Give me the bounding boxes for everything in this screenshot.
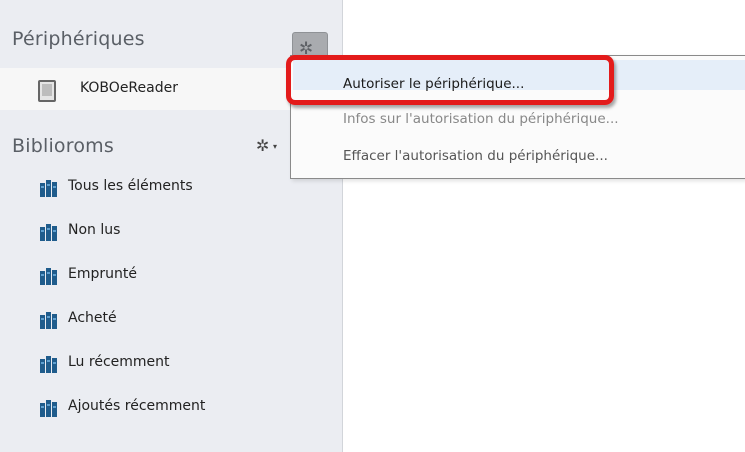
device-label[interactable]: KOBOeReader — [80, 80, 178, 96]
sidebar-item-label: Acheté — [68, 310, 117, 326]
books-icon — [40, 180, 57, 197]
sidebar-item-borrowed[interactable]: Emprunté — [30, 264, 290, 290]
sidebar-item-purchased[interactable]: Acheté — [30, 308, 290, 334]
sidebar-item-label: Tous les éléments — [68, 178, 193, 194]
menu-item-clear-authorization[interactable]: Effacer l'autorisation du périphérique..… — [343, 148, 608, 164]
sidebar-item-unread[interactable]: Non lus — [30, 220, 290, 246]
books-icon — [40, 224, 57, 241]
books-icon — [40, 268, 57, 285]
devices-header: Périphériques — [12, 28, 145, 50]
ereader-icon — [38, 80, 56, 102]
gear-icon[interactable]: ✲ — [256, 136, 269, 155]
sidebar-item-recently-read[interactable]: Lu récemment — [30, 352, 290, 378]
highlight-annotation — [286, 55, 614, 105]
books-icon — [40, 356, 57, 373]
bookshelves-header: Biblioroms — [12, 135, 114, 157]
books-icon — [40, 312, 57, 329]
sidebar-item-recently-added[interactable]: Ajoutés récemment — [30, 396, 290, 422]
books-icon — [40, 400, 57, 417]
chevron-down-icon[interactable]: ▾ — [273, 142, 277, 151]
sidebar-item-all[interactable]: Tous les éléments — [30, 176, 290, 202]
sidebar-item-label: Lu récemment — [68, 354, 170, 370]
sidebar-item-label: Ajoutés récemment — [68, 398, 206, 414]
sidebar-item-label: Emprunté — [68, 266, 137, 282]
menu-item-authorization-info[interactable]: Infos sur l'autorisation du périphérique… — [343, 111, 619, 127]
sidebar-item-label: Non lus — [68, 222, 121, 238]
